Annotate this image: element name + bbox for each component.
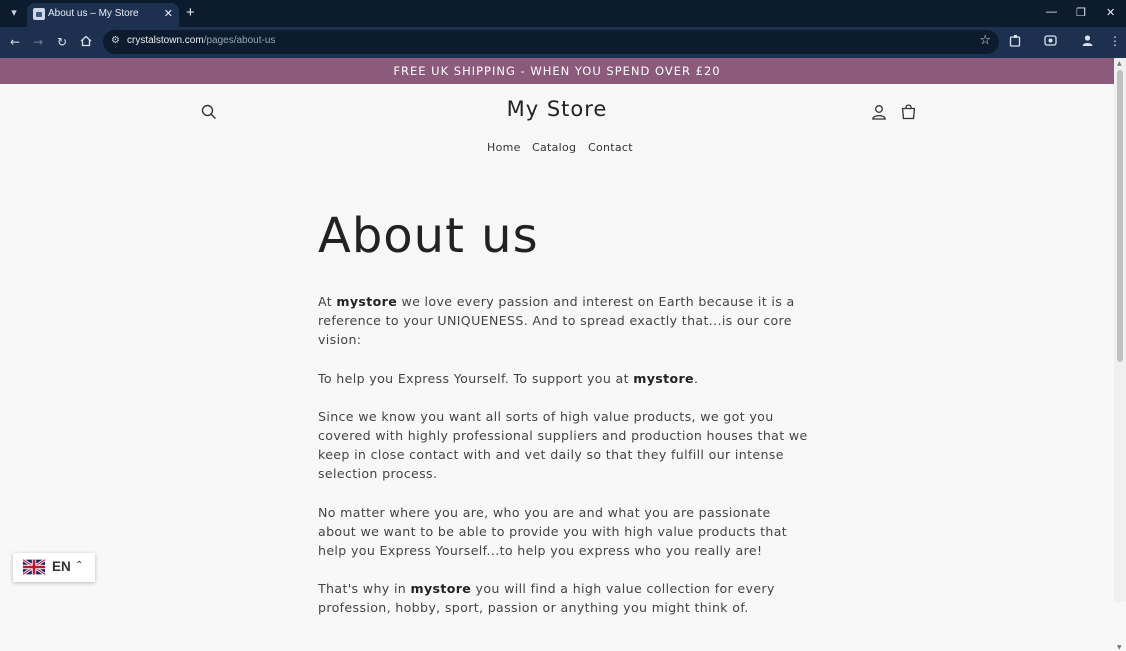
language-code: EN xyxy=(52,559,71,574)
paragraph-text: . xyxy=(693,370,699,386)
browser-menu-icon[interactable]: ⋮ xyxy=(1109,34,1121,48)
profile-icon[interactable] xyxy=(1081,34,1094,50)
paragraph-text: At xyxy=(318,294,337,309)
paragraph-4: No matter where you are, who you are and… xyxy=(318,503,808,561)
search-icon[interactable] xyxy=(201,104,217,120)
new-tab-button[interactable]: + xyxy=(186,4,195,21)
screenshot-icon[interactable] xyxy=(1044,34,1057,50)
bookmark-star-icon[interactable]: ☆ xyxy=(979,33,991,48)
forward-arrow-icon[interactable]: → xyxy=(31,35,45,49)
account-icon[interactable] xyxy=(871,104,887,120)
about-content: At mystore we love every passion and int… xyxy=(318,292,808,637)
url-text[interactable]: crystalstown.com/pages/about-us xyxy=(127,35,275,46)
browser-tab-bar: ▾ About us – My Store ✕ + — ❐ ✕ xyxy=(0,0,1126,27)
url-path: /pages/about-us xyxy=(203,35,276,46)
url-host: crystalstown.com xyxy=(127,35,204,46)
back-arrow-icon[interactable]: ← xyxy=(8,35,22,49)
scroll-up-icon[interactable]: ▲ xyxy=(1117,60,1122,67)
scrollbar-thumb[interactable] xyxy=(1117,70,1123,362)
paragraph-2: To help you Express Yourself. To support… xyxy=(318,369,808,388)
page-scrollbar[interactable]: ▲ ▼ xyxy=(1114,58,1126,651)
brand-bold: mystore xyxy=(633,370,694,386)
nav-link-home[interactable]: Home xyxy=(487,141,521,154)
store-logo[interactable]: My Store xyxy=(457,97,657,121)
paragraph-text: No matter where you are, who you are and… xyxy=(318,504,788,559)
brand-bold: mystore xyxy=(410,581,472,597)
reload-icon[interactable]: ↻ xyxy=(55,35,69,49)
home-icon[interactable] xyxy=(79,35,93,50)
favicon-icon xyxy=(33,8,45,20)
paragraph-5: That's why in mystore you will find a hi… xyxy=(318,579,808,617)
announcement-bar: FREE UK SHIPPING - WHEN YOU SPEND OVER £… xyxy=(0,58,1114,84)
tab-close-icon[interactable]: ✕ xyxy=(164,7,173,20)
restore-window-icon[interactable]: ❐ xyxy=(1076,6,1086,19)
minimize-icon[interactable]: — xyxy=(1046,6,1057,18)
language-switcher[interactable]: EN ⌃ xyxy=(13,553,95,582)
browser-tab-active[interactable]: About us – My Store ✕ xyxy=(27,3,179,27)
paragraph-3: Since we know you want all sorts of high… xyxy=(318,407,808,484)
cart-icon[interactable] xyxy=(900,103,917,120)
nav-link-catalog[interactable]: Catalog xyxy=(532,141,576,154)
nav-link-contact[interactable]: Contact xyxy=(588,141,633,154)
browser-toolbar: ← → ↻ ⚙ crystalstown.com/pages/about-us … xyxy=(0,27,1126,58)
paragraph-1: At mystore we love every passion and int… xyxy=(318,292,808,350)
close-window-icon[interactable]: ✕ xyxy=(1106,6,1115,19)
tab-title: About us – My Store xyxy=(48,8,139,19)
uk-flag-icon xyxy=(23,559,45,575)
paragraph-text: That's why in xyxy=(318,581,411,597)
scroll-down-icon[interactable]: ▼ xyxy=(1117,644,1122,651)
brand-bold: mystore xyxy=(336,294,398,309)
extensions-icon[interactable] xyxy=(1009,34,1022,50)
chevron-up-icon: ⌃ xyxy=(75,560,84,571)
paragraph-text: To help you Express Yourself. To support… xyxy=(318,370,634,386)
address-bar[interactable]: ⚙ crystalstown.com/pages/about-us ☆ xyxy=(103,30,999,54)
site-settings-icon[interactable]: ⚙ xyxy=(111,35,120,46)
page-title: About us xyxy=(318,208,539,264)
tab-list-chevron-icon[interactable]: ▾ xyxy=(6,5,22,21)
paragraph-text: Since we know you want all sorts of high… xyxy=(318,408,808,482)
